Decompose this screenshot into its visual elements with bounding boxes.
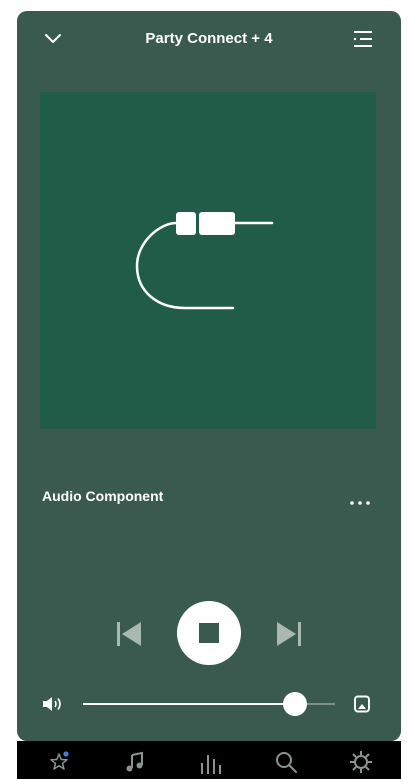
volume-slider[interactable] bbox=[83, 692, 335, 716]
more-horizontal-icon bbox=[350, 501, 370, 505]
queue-button[interactable] bbox=[351, 29, 375, 49]
album-artwork bbox=[40, 92, 376, 429]
skip-previous-icon bbox=[117, 622, 141, 646]
stop-button[interactable] bbox=[177, 601, 241, 665]
tab-favorites[interactable] bbox=[47, 749, 73, 775]
output-device-button[interactable] bbox=[353, 695, 371, 713]
volume-icon bbox=[43, 697, 61, 711]
audio-cable-icon bbox=[135, 212, 274, 310]
volume-thumb[interactable] bbox=[283, 692, 307, 716]
volume-button[interactable] bbox=[42, 695, 66, 713]
queue-list-icon bbox=[353, 31, 372, 47]
more-options-button[interactable] bbox=[349, 495, 371, 505]
star-icon bbox=[50, 751, 69, 770]
volume-fill bbox=[83, 703, 295, 705]
speaker-output-icon bbox=[354, 695, 370, 713]
now-playing-card: Party Connect + 4 Audio Component bbox=[17, 11, 401, 741]
skip-next-icon bbox=[277, 622, 301, 646]
page-title: Party Connect + 4 bbox=[145, 30, 273, 47]
previous-button[interactable] bbox=[116, 621, 142, 647]
header: Party Connect + 4 bbox=[17, 11, 401, 67]
track-title: Audio Component bbox=[42, 488, 164, 504]
equalizer-icon bbox=[201, 755, 221, 774]
gear-icon bbox=[350, 751, 372, 773]
next-button[interactable] bbox=[276, 621, 302, 647]
tab-music[interactable] bbox=[122, 749, 148, 775]
tab-settings[interactable] bbox=[348, 749, 374, 775]
music-note-icon bbox=[126, 751, 143, 772]
bottom-tab-bar bbox=[17, 741, 401, 779]
search-icon bbox=[276, 752, 297, 773]
tab-equalizer[interactable] bbox=[197, 749, 223, 775]
stop-icon bbox=[199, 623, 219, 643]
tab-search[interactable] bbox=[273, 749, 299, 775]
